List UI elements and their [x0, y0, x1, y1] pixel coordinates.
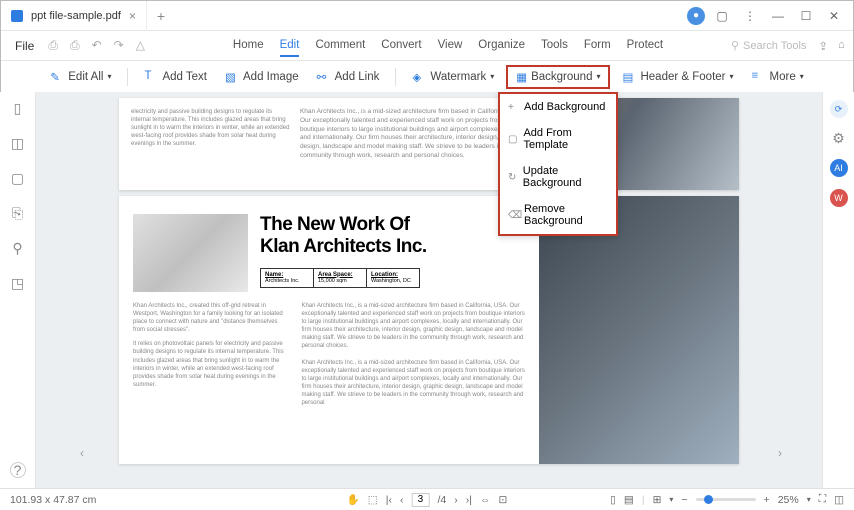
- doc-title-1: The New Work Of: [260, 214, 525, 236]
- p2-main-1: Khan Architects Inc., is a mid-sized arc…: [301, 302, 525, 351]
- select-tool-icon[interactable]: ⬚: [368, 494, 378, 506]
- left-sidebar: ▯ ◫ ▢ ⎘ ⚲ ◳ ?: [0, 92, 36, 488]
- close-tab-icon[interactable]: ×: [129, 9, 136, 23]
- statusbar: 101.93 x 47.87 cm ✋ ⬚ |‹ ‹ /4 › ›| ⇔ ⊡ ▯…: [0, 488, 854, 510]
- remove-background-item[interactable]: ⌫Remove Background: [500, 196, 616, 234]
- page-text-main: Khan Architects Inc., is a mid-sized arc…: [300, 108, 527, 180]
- tab-view[interactable]: View: [438, 35, 463, 57]
- page-main: The New Work Of Klan Architects Inc. Nam…: [119, 196, 739, 464]
- watermark-button[interactable]: ◈Watermark▾: [406, 66, 500, 88]
- hand-tool-icon[interactable]: ✋: [347, 493, 360, 506]
- print-icon[interactable]: ⎙: [70, 38, 80, 53]
- first-page-icon[interactable]: |‹: [386, 494, 392, 506]
- next-page-icon[interactable]: ›: [454, 494, 458, 506]
- thumbnail-icon[interactable]: ▯: [14, 100, 22, 117]
- tab-protect[interactable]: Protect: [627, 35, 663, 57]
- more-button[interactable]: ≡More▾: [746, 66, 810, 88]
- zoom-value: 25%: [778, 494, 799, 506]
- p2-col-a: Khan Architects Inc., created this off-g…: [133, 302, 289, 334]
- document-canvas[interactable]: electricity and passive building designs…: [36, 92, 822, 488]
- building-image-right: [539, 196, 739, 464]
- read-mode-icon[interactable]: ⊞: [653, 494, 662, 506]
- scroll-left-icon[interactable]: ‹: [80, 446, 84, 460]
- info-table: Name:Architects Inc. Area Space:15,000 s…: [260, 268, 420, 288]
- layers-icon[interactable]: ◳: [11, 275, 24, 292]
- page-dimensions: 101.93 x 47.87 cm: [10, 494, 96, 506]
- menu-tabs: Home Edit Comment Convert View Organize …: [233, 35, 663, 57]
- help-icon[interactable]: ?: [10, 462, 26, 478]
- menubar: File ⎙ ⎙ ↶ ↷ △ Home Edit Comment Convert…: [1, 31, 853, 61]
- settings-icon[interactable]: ⚙: [832, 130, 845, 147]
- zoom-in-icon[interactable]: +: [764, 494, 770, 506]
- scroll-right-icon[interactable]: ›: [778, 446, 782, 460]
- tab-edit[interactable]: Edit: [280, 35, 300, 57]
- add-background-item[interactable]: +Add Background: [500, 94, 616, 120]
- edit-toolbar: ✎Edit All▾ TAdd Text ▧Add Image ⚯Add Lin…: [1, 61, 853, 93]
- zoom-out-icon[interactable]: −: [681, 494, 687, 506]
- upload-icon[interactable]: ⇪: [818, 39, 828, 53]
- update-background-item[interactable]: ↻Update Background: [500, 158, 616, 196]
- tab-comment[interactable]: Comment: [315, 35, 365, 57]
- chat-icon[interactable]: ▢: [711, 5, 733, 27]
- tab-organize[interactable]: Organize: [478, 35, 525, 57]
- pdf-icon: [11, 10, 23, 22]
- header-footer-button[interactable]: ▤Header & Footer▾: [616, 66, 739, 88]
- last-page-icon[interactable]: ›|: [466, 494, 472, 506]
- attachment-icon[interactable]: ⎘: [12, 205, 23, 222]
- right-sidebar: ⟳ ⚙ AI W: [822, 92, 854, 488]
- redo-icon[interactable]: ↷: [114, 38, 124, 53]
- new-tab-button[interactable]: +: [147, 8, 175, 24]
- document-tab[interactable]: ppt file-sample.pdf ×: [1, 1, 147, 31]
- page-text-col1: electricity and passive building designs…: [131, 108, 290, 180]
- fit-page-icon[interactable]: ⊡: [498, 494, 507, 506]
- kebab-menu-icon[interactable]: ⋮: [739, 5, 761, 27]
- ai-icon[interactable]: AI: [830, 159, 848, 177]
- user-avatar[interactable]: ●: [687, 7, 705, 25]
- add-image-button[interactable]: ▧Add Image: [219, 66, 305, 88]
- minimize-button[interactable]: —: [767, 5, 789, 27]
- comment-panel-icon[interactable]: ▢: [11, 170, 24, 187]
- maximize-button[interactable]: ☐: [795, 5, 817, 27]
- add-from-template-item[interactable]: ▢Add From Template: [500, 120, 616, 158]
- view-mode-1-icon[interactable]: ▯: [610, 494, 616, 506]
- rs-icon-3[interactable]: W: [830, 189, 848, 207]
- building-image-1: [133, 214, 248, 292]
- edit-all-button[interactable]: ✎Edit All▾: [44, 66, 117, 88]
- total-pages: /4: [437, 494, 446, 506]
- page-number-input[interactable]: [411, 493, 429, 507]
- add-link-button[interactable]: ⚯Add Link: [311, 66, 386, 88]
- save-icon[interactable]: ⎙: [48, 38, 58, 53]
- rs-icon-1[interactable]: ⟳: [830, 100, 848, 118]
- background-button[interactable]: ▦Background▾: [506, 65, 610, 89]
- background-dropdown: +Add Background ▢Add From Template ↻Upda…: [498, 92, 618, 236]
- prev-page-icon[interactable]: ‹: [400, 494, 404, 506]
- tab-tools[interactable]: Tools: [541, 35, 568, 57]
- tab-title: ppt file-sample.pdf: [31, 10, 121, 22]
- tab-convert[interactable]: Convert: [381, 35, 421, 57]
- add-text-button[interactable]: TAdd Text: [138, 66, 213, 88]
- share-icon[interactable]: △: [136, 38, 145, 53]
- fit-width-icon[interactable]: ⇔: [480, 494, 491, 506]
- doc-title-2: Klan Architects Inc.: [260, 236, 525, 258]
- search-panel-icon[interactable]: ⚲: [12, 240, 22, 257]
- undo-icon[interactable]: ↶: [92, 38, 102, 53]
- zoom-slider[interactable]: [696, 498, 756, 501]
- fullscreen-icon[interactable]: ⛶: [819, 493, 826, 506]
- layout-icon[interactable]: ◫: [834, 494, 844, 506]
- home-icon[interactable]: ⌂: [838, 39, 845, 53]
- bookmark-icon[interactable]: ◫: [11, 135, 24, 152]
- workspace: ▯ ◫ ▢ ⎘ ⚲ ◳ ? electricity and passive bu…: [0, 92, 854, 488]
- p2-main-2: Khan Architects Inc., is a mid-sized arc…: [301, 359, 525, 408]
- tab-form[interactable]: Form: [584, 35, 611, 57]
- p2-col-b: It relies on photovoltaic panels for ele…: [133, 340, 289, 389]
- page-fragment-top: electricity and passive building designs…: [119, 98, 739, 190]
- titlebar: ppt file-sample.pdf × + ● ▢ ⋮ — ☐ ✕: [1, 1, 853, 31]
- tab-home[interactable]: Home: [233, 35, 264, 57]
- view-mode-2-icon[interactable]: ▤: [624, 494, 634, 506]
- file-menu[interactable]: File: [9, 39, 40, 53]
- close-window-button[interactable]: ✕: [823, 5, 845, 27]
- search-tools[interactable]: ⚲ Search Tools: [731, 39, 806, 52]
- search-icon: ⚲: [731, 39, 739, 52]
